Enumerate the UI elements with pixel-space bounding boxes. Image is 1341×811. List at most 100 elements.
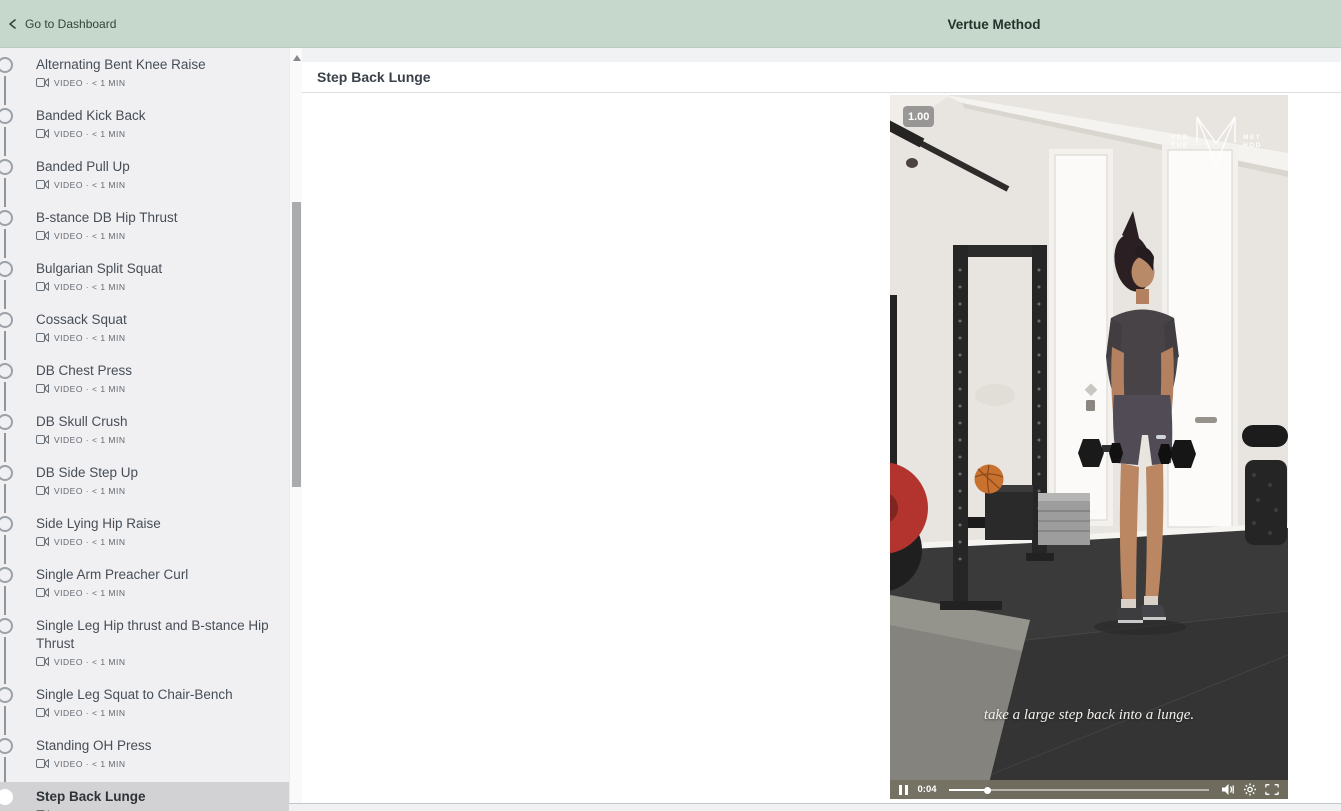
volume-icon[interactable] bbox=[1221, 783, 1235, 796]
exercise-meta: VIDEO · < 1 MIN bbox=[36, 758, 275, 769]
video-camera-icon bbox=[36, 282, 49, 291]
progress-circle-icon bbox=[0, 261, 13, 277]
progress-circle-icon bbox=[0, 567, 13, 583]
exercise-meta: VIDEO · < 1 MIN bbox=[36, 383, 275, 394]
exercise-title: Banded Kick Back bbox=[36, 107, 275, 125]
main-content: Step Back Lunge bbox=[302, 48, 1341, 811]
list-item[interactable]: Side Lying Hip Raise VIDEO · < 1 MIN bbox=[0, 509, 289, 553]
video-duration-label: VIDEO · < 1 MIN bbox=[54, 588, 126, 598]
exercise-title: DB Chest Press bbox=[36, 362, 275, 380]
list-item[interactable]: Alternating Bent Knee Raise VIDEO · < 1 … bbox=[0, 50, 289, 94]
exercise-title: Single Arm Preacher Curl bbox=[36, 566, 275, 584]
exercise-meta: VIDEO · < 1 MIN bbox=[36, 587, 275, 598]
video-camera-icon bbox=[36, 657, 49, 666]
list-item[interactable]: Step Back Lunge VIDEO · < 1 MIN bbox=[0, 782, 289, 811]
list-item[interactable]: DB Side Step Up VIDEO · < 1 MIN bbox=[0, 458, 289, 502]
logo-text-right: METHOD bbox=[1243, 134, 1262, 149]
list-item[interactable]: Bulgarian Split Squat VIDEO · < 1 MIN bbox=[0, 254, 289, 298]
video-camera-icon bbox=[36, 537, 49, 546]
video-camera-icon bbox=[36, 333, 49, 342]
video-camera-icon bbox=[36, 129, 49, 138]
exercise-title: B-stance DB Hip Thrust bbox=[36, 209, 275, 227]
video-duration-label: VIDEO · < 1 MIN bbox=[54, 78, 126, 88]
progress-circle-icon bbox=[0, 465, 13, 481]
video-duration-label: VIDEO · < 1 MIN bbox=[54, 231, 126, 241]
exercise-title: Bulgarian Split Squat bbox=[36, 260, 275, 278]
list-item[interactable]: DB Chest Press VIDEO · < 1 MIN bbox=[0, 356, 289, 400]
progress-circle-icon bbox=[0, 687, 13, 703]
pause-button[interactable] bbox=[899, 785, 908, 795]
top-header: Go to Dashboard Vertue Method bbox=[0, 0, 1341, 48]
list-item[interactable]: Single Leg Squat to Chair-Bench VIDEO · … bbox=[0, 680, 289, 724]
exercise-meta: VIDEO · < 1 MIN bbox=[36, 656, 275, 667]
exercise-meta: VIDEO · < 1 MIN bbox=[36, 434, 275, 445]
video-camera-icon bbox=[36, 384, 49, 393]
video-duration-label: VIDEO · < 1 MIN bbox=[54, 537, 126, 547]
progress-circle-icon bbox=[0, 57, 13, 73]
video-duration-label: VIDEO · < 1 MIN bbox=[54, 759, 126, 769]
video-duration-label: VIDEO · < 1 MIN bbox=[54, 180, 126, 190]
progress-handle[interactable] bbox=[984, 787, 991, 794]
video-duration-label: VIDEO · < 1 MIN bbox=[54, 333, 126, 343]
list-item[interactable]: Cossack Squat VIDEO · < 1 MIN bbox=[0, 305, 289, 349]
progress-circle-icon bbox=[0, 789, 13, 805]
video-duration-label: VIDEO · < 1 MIN bbox=[54, 657, 126, 667]
video-camera-icon bbox=[36, 708, 49, 717]
app-title: Vertue Method bbox=[947, 0, 1040, 48]
vertue-monogram-icon bbox=[1195, 115, 1237, 167]
exercise-meta: VIDEO · < 1 MIN bbox=[36, 230, 275, 241]
video-duration-label: VIDEO · < 1 MIN bbox=[54, 435, 126, 445]
list-item[interactable]: Standing OH Press VIDEO · < 1 MIN bbox=[0, 731, 289, 775]
progress-circle-icon bbox=[0, 363, 13, 379]
list-item[interactable]: B-stance DB Hip Thrust VIDEO · < 1 MIN bbox=[0, 203, 289, 247]
content-top-strip bbox=[302, 48, 1341, 62]
progress-circle-icon bbox=[0, 312, 13, 328]
playback-speed-badge[interactable]: 1.00 bbox=[903, 106, 934, 127]
video-camera-icon bbox=[36, 435, 49, 444]
go-to-dashboard-button[interactable]: Go to Dashboard bbox=[8, 0, 116, 48]
exercise-title: DB Skull Crush bbox=[36, 413, 275, 431]
scrollbar-thumb[interactable] bbox=[292, 202, 301, 487]
exercise-meta: VIDEO · < 1 MIN bbox=[36, 179, 275, 190]
scrollbar-up-arrow-icon[interactable] bbox=[293, 55, 301, 61]
list-item[interactable]: Banded Pull Up VIDEO · < 1 MIN bbox=[0, 152, 289, 196]
app-window: Go to Dashboard Vertue Method Alternatin… bbox=[0, 0, 1341, 811]
exercise-title: Side Lying Hip Raise bbox=[36, 515, 275, 533]
video-player[interactable]: 1.00 VERTUE METHOD take a large bbox=[890, 95, 1288, 799]
exercise-sidebar: Alternating Bent Knee Raise VIDEO · < 1 … bbox=[0, 48, 289, 811]
video-camera-icon bbox=[36, 486, 49, 495]
exercise-title: Single Leg Hip thrust and B-stance Hip T… bbox=[36, 617, 275, 653]
list-item[interactable]: Single Arm Preacher Curl VIDEO · < 1 MIN bbox=[0, 560, 289, 604]
video-camera-icon bbox=[36, 231, 49, 240]
progress-circle-icon bbox=[0, 210, 13, 226]
progress-played bbox=[949, 789, 988, 791]
lesson-title: Step Back Lunge bbox=[317, 69, 431, 85]
exercise-title: Standing OH Press bbox=[36, 737, 275, 755]
progress-circle-icon bbox=[0, 159, 13, 175]
list-item[interactable]: Banded Kick Back VIDEO · < 1 MIN bbox=[0, 101, 289, 145]
progress-circle-icon bbox=[0, 108, 13, 124]
list-item[interactable]: DB Skull Crush VIDEO · < 1 MIN bbox=[0, 407, 289, 451]
exercise-meta: VIDEO · < 1 MIN bbox=[36, 536, 275, 547]
exercise-title: Cossack Squat bbox=[36, 311, 275, 329]
settings-gear-icon[interactable] bbox=[1243, 783, 1257, 796]
exercise-title: Single Leg Squat to Chair-Bench bbox=[36, 686, 275, 704]
video-caption: take a large step back into a lunge. bbox=[890, 707, 1288, 724]
exercise-meta: VIDEO · < 1 MIN bbox=[36, 332, 275, 343]
chevron-left-icon bbox=[8, 19, 18, 29]
progress-bar[interactable] bbox=[949, 785, 1209, 795]
video-duration-label: VIDEO · < 1 MIN bbox=[54, 282, 126, 292]
video-camera-icon bbox=[36, 78, 49, 87]
fullscreen-icon[interactable] bbox=[1265, 783, 1279, 796]
sidebar-scrollbar[interactable] bbox=[289, 48, 302, 811]
list-item[interactable]: Single Leg Hip thrust and B-stance Hip T… bbox=[0, 611, 289, 673]
video-camera-icon bbox=[36, 588, 49, 597]
progress-circle-icon bbox=[0, 738, 13, 754]
back-label: Go to Dashboard bbox=[25, 17, 116, 31]
video-camera-icon bbox=[36, 759, 49, 768]
video-controls-bar: 0:04 bbox=[890, 780, 1288, 799]
video-duration-label: VIDEO · < 1 MIN bbox=[54, 129, 126, 139]
current-time-label: 0:04 bbox=[918, 784, 937, 795]
timeline-connector bbox=[4, 637, 6, 684]
lesson-header: Step Back Lunge bbox=[302, 62, 1341, 93]
